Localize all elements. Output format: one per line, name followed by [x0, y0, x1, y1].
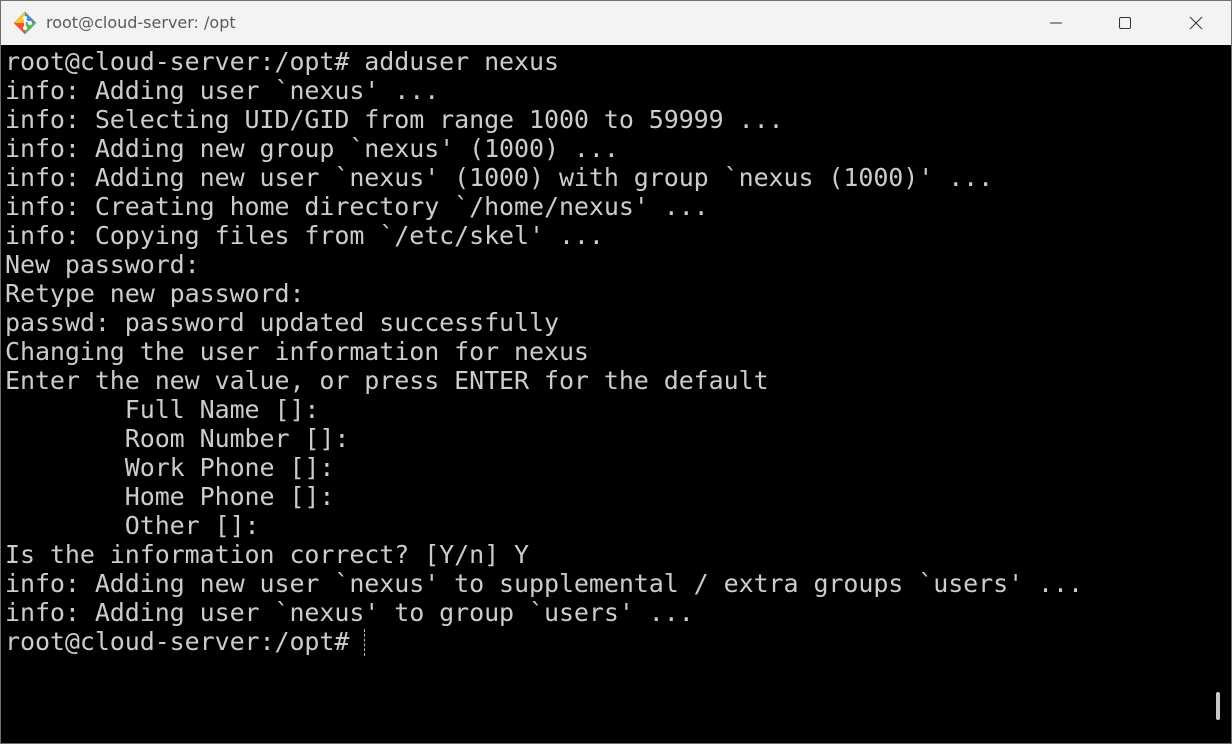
close-button[interactable]: [1161, 1, 1231, 45]
terminal-line: Room Number []:: [5, 424, 350, 453]
terminal-line: info: Adding new group `nexus' (1000) ..…: [5, 134, 619, 163]
minimize-button[interactable]: [1021, 1, 1091, 45]
terminal-line: info: Creating home directory `/home/nex…: [5, 192, 709, 221]
terminal-line: New password:: [5, 250, 200, 279]
terminal-line: info: Adding user `nexus' to group `user…: [5, 598, 694, 627]
maximize-button[interactable]: [1090, 1, 1160, 45]
window-title: root@cloud-server: /opt: [46, 13, 236, 32]
text-cursor: [364, 629, 366, 656]
terminal-output-area[interactable]: root@cloud-server:/opt# adduser nexus in…: [1, 46, 1205, 743]
terminal-line: root@cloud-server:/opt# adduser nexus: [5, 47, 559, 76]
terminal-line: Home Phone []:: [5, 482, 335, 511]
prompt-line[interactable]: root@cloud-server:/opt#: [5, 627, 1083, 656]
shell-prompt: root@cloud-server:/opt#: [5, 627, 350, 656]
terminal-line: Full Name []:: [5, 395, 320, 424]
terminal-lines: root@cloud-server:/opt# adduser nexus in…: [5, 47, 1083, 656]
terminal-line: info: Adding user `nexus' ...: [5, 76, 440, 105]
terminal-line: info: Adding new user `nexus' (1000) wit…: [5, 163, 994, 192]
close-icon: [1188, 15, 1204, 31]
terminal-line: info: Adding new user `nexus' to supplem…: [5, 569, 1083, 598]
terminal-line: info: Copying files from `/etc/skel' ...: [5, 221, 604, 250]
vertical-scrollbar[interactable]: [1205, 46, 1231, 743]
maximize-icon: [1117, 15, 1133, 31]
minimize-icon: [1048, 15, 1064, 31]
scrollbar-thumb[interactable]: [1216, 692, 1220, 720]
title-bar[interactable]: root@cloud-server: /opt: [1, 1, 1231, 45]
terminal-line: Other []:: [5, 511, 260, 540]
terminal-line: Is the information correct? [Y/n] Y: [5, 540, 529, 569]
terminal-line: Work Phone []:: [5, 453, 335, 482]
terminal-line: Changing the user information for nexus: [5, 337, 589, 366]
git-bash-diamond-icon: [13, 11, 37, 35]
terminal-window: root@cloud-server: /opt root@cloud-serve…: [0, 0, 1232, 744]
terminal-line: passwd: password updated successfully: [5, 308, 559, 337]
terminal-line: Enter the new value, or press ENTER for …: [5, 366, 769, 395]
terminal-line: Retype new password:: [5, 279, 305, 308]
terminal-line: info: Selecting UID/GID from range 1000 …: [5, 105, 784, 134]
